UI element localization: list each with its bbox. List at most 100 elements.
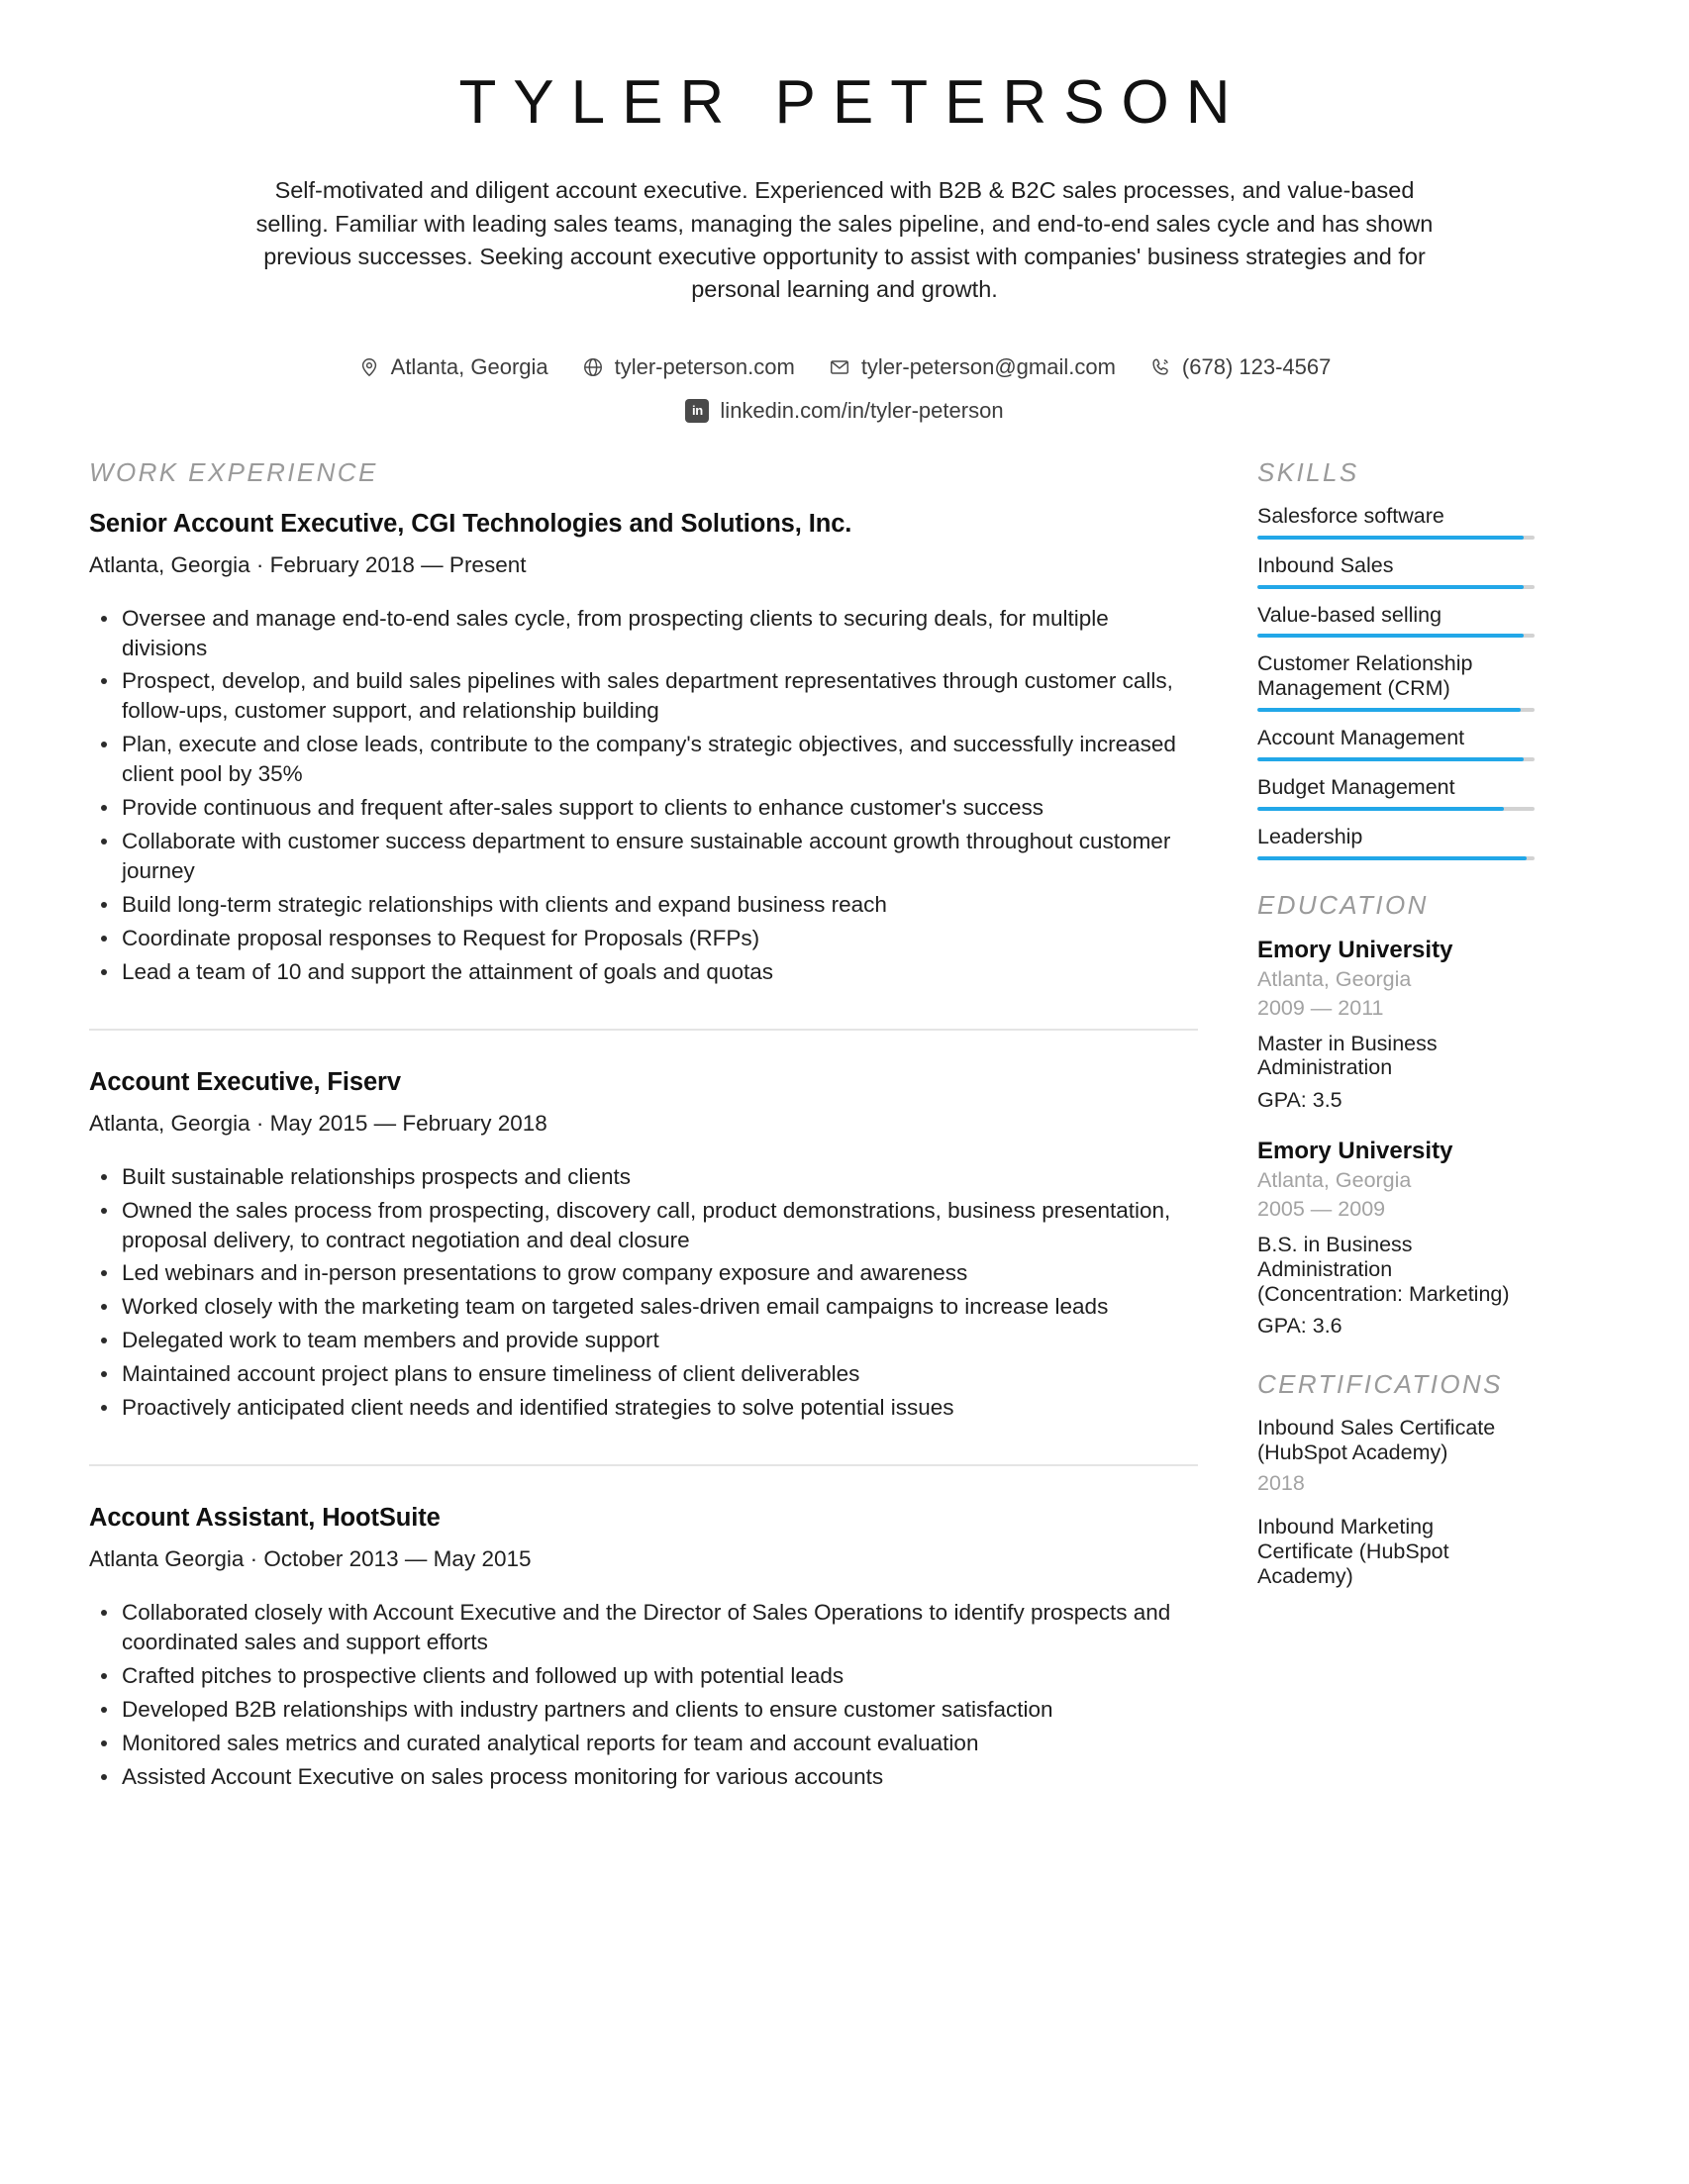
job-bullet: Oversee and manage end-to-end sales cycl… (89, 604, 1198, 663)
skill-label: Budget Management (1257, 775, 1455, 800)
education-degree: B.S. in Business Administration (Concent… (1257, 1232, 1510, 1306)
contact-phone-text: (678) 123-4567 (1181, 353, 1332, 379)
contact-email[interactable]: tyler-peterson@gmail.com (829, 354, 1116, 380)
certifications-section: CERTIFICATIONS Inbound Sales Certificate… (1257, 1369, 1535, 1588)
linkedin-icon: in (685, 398, 710, 423)
location-pin-icon (358, 356, 380, 378)
certification-year: 2018 (1257, 1471, 1305, 1496)
contact-email-text: tyler-peterson@gmail.com (860, 353, 1116, 379)
job-meta: Atlanta, Georgia · May 2015 — February 2… (89, 1110, 547, 1136)
skill-bar-track (1257, 708, 1535, 713)
professional-summary: Self-motivated and diligent account exec… (255, 177, 1434, 303)
skill-item: Value-based selling (1257, 603, 1535, 639)
education-entry: Emory University Atlanta, Georgia 2009 —… (1257, 937, 1535, 1114)
skill-item: Account Management (1257, 726, 1535, 762)
education-gpa: GPA: 3.5 (1257, 1088, 1342, 1113)
job-bullet: Proactively anticipated client needs and… (89, 1393, 1198, 1423)
skill-item: Salesforce software (1257, 504, 1535, 540)
job-bullet: Collaborated closely with Account Execut… (89, 1598, 1198, 1657)
contact-location[interactable]: Atlanta, Georgia (358, 354, 548, 380)
section-title-education: EDUCATION (1257, 890, 1429, 921)
job-bullet: Led webinars and in-person presentations… (89, 1258, 1198, 1288)
skill-label: Salesforce software (1257, 503, 1444, 528)
side-column: SKILLS Salesforce software Inbound Sales… (1257, 457, 1535, 1607)
certification-name: Inbound Sales Certificate (HubSpot Acade… (1257, 1416, 1496, 1465)
skill-bar-track (1257, 757, 1535, 762)
skill-bar-fill (1257, 708, 1521, 713)
skill-item: Budget Management (1257, 775, 1535, 812)
job-bullet: Owned the sales process from prospecting… (89, 1196, 1198, 1255)
skill-item: Leadership (1257, 825, 1535, 861)
certification-name: Inbound Marketing Certificate (HubSpot A… (1257, 1514, 1449, 1588)
skill-bar-fill (1257, 634, 1524, 639)
education-location: Atlanta, Georgia (1257, 1168, 1412, 1193)
education-location: Atlanta, Georgia (1257, 966, 1412, 991)
job-meta: Atlanta Georgia · October 2013 — May 201… (89, 1546, 532, 1572)
job-title: Senior Account Executive, CGI Technologi… (89, 509, 852, 538)
section-title-work-experience: WORK EXPERIENCE (89, 456, 378, 487)
job-bullet: Built sustainable relationships prospect… (89, 1162, 1198, 1192)
contact-location-text: Atlanta, Georgia (390, 353, 548, 379)
job-bullet: Collaborate with customer success depart… (89, 827, 1198, 886)
main-column: WORK EXPERIENCE Senior Account Executive… (89, 457, 1257, 1800)
contact-phone[interactable]: (678) 123-4567 (1149, 354, 1331, 380)
education-degree: Master in Business Administration (1257, 1031, 1438, 1080)
job-entry: Account Assistant, HootSuite Atlanta Geo… (89, 1464, 1198, 1800)
skill-label: Inbound Sales (1257, 552, 1394, 577)
education-dates: 2005 — 2009 (1257, 1196, 1386, 1221)
job-bullet: Prospect, develop, and build sales pipel… (89, 666, 1198, 726)
job-title: Account Assistant, HootSuite (89, 1504, 441, 1533)
phone-icon (1149, 356, 1171, 378)
certification-entry: Inbound Sales Certificate (HubSpot Acade… (1257, 1416, 1535, 1497)
education-entry: Emory University Atlanta, Georgia 2005 —… (1257, 1138, 1535, 1340)
education-section: EDUCATION Emory University Atlanta, Geor… (1257, 890, 1535, 1340)
skill-bar-track (1257, 535, 1535, 540)
job-title: Account Executive, Fiserv (89, 1067, 401, 1096)
job-entry: Senior Account Executive, CGI Technologi… (89, 510, 1198, 995)
section-title-certifications: CERTIFICATIONS (1257, 1369, 1503, 1400)
envelope-icon (829, 356, 850, 378)
job-bullet: Maintained account project plans to ensu… (89, 1359, 1198, 1389)
job-bullet: Provide continuous and frequent after-sa… (89, 793, 1198, 823)
job-bullet: Assisted Account Executive on sales proc… (89, 1762, 1198, 1792)
globe-icon (582, 356, 604, 378)
skill-bar-fill (1257, 807, 1505, 812)
contact-website-text: tyler-peterson.com (614, 353, 795, 379)
skill-bar-track (1257, 634, 1535, 639)
skill-item: Customer Relationship Management (CRM) (1257, 651, 1535, 713)
job-bullets: Built sustainable relationships prospect… (89, 1162, 1198, 1423)
contact-row: Atlanta, Georgia tyler-peterson.com tyle… (89, 354, 1600, 380)
education-school: Emory University (1257, 937, 1453, 964)
certification-entry: Inbound Marketing Certificate (HubSpot A… (1257, 1515, 1535, 1589)
job-bullet: Lead a team of 10 and support the attain… (89, 957, 1198, 987)
job-bullet: Developed B2B relationships with industr… (89, 1695, 1198, 1725)
skill-bar-fill (1257, 757, 1524, 762)
skill-bar-fill (1257, 535, 1524, 540)
skill-bar-fill (1257, 856, 1527, 861)
job-bullet: Coordinate proposal responses to Request… (89, 924, 1198, 953)
skill-item: Inbound Sales (1257, 553, 1535, 589)
job-bullet: Crafted pitches to prospective clients a… (89, 1661, 1198, 1691)
contact-website[interactable]: tyler-peterson.com (582, 354, 795, 380)
job-bullet: Worked closely with the marketing team o… (89, 1292, 1198, 1322)
skill-bar-track (1257, 584, 1535, 589)
skill-bar-track (1257, 856, 1535, 861)
resume-header: TYLER PETERSON Self-motivated and dilige… (0, 0, 1689, 424)
job-bullet: Monitored sales metrics and curated anal… (89, 1729, 1198, 1758)
skill-bar-track (1257, 807, 1535, 812)
skill-label: Leadership (1257, 825, 1363, 849)
contact-linkedin[interactable]: in linkedin.com/in/tyler-peterson (685, 397, 1004, 424)
section-title-skills: SKILLS (1257, 456, 1359, 487)
job-bullet: Delegated work to team members and provi… (89, 1326, 1198, 1355)
resume-page: TYLER PETERSON Self-motivated and dilige… (0, 0, 1689, 2184)
contact-linkedin-text: linkedin.com/in/tyler-peterson (720, 397, 1004, 423)
skill-label: Account Management (1257, 726, 1465, 750)
job-entry: Account Executive, Fiserv Atlanta, Georg… (89, 1028, 1198, 1431)
job-meta: Atlanta, Georgia · February 2018 — Prese… (89, 551, 527, 577)
skill-label: Value-based selling (1257, 602, 1442, 627)
education-dates: 2009 — 2011 (1257, 995, 1384, 1020)
resume-body: WORK EXPERIENCE Senior Account Executive… (0, 457, 1689, 1800)
education-school: Emory University (1257, 1138, 1453, 1165)
job-bullets: Oversee and manage end-to-end sales cycl… (89, 604, 1198, 987)
job-bullet: Build long-term strategic relationships … (89, 890, 1198, 920)
